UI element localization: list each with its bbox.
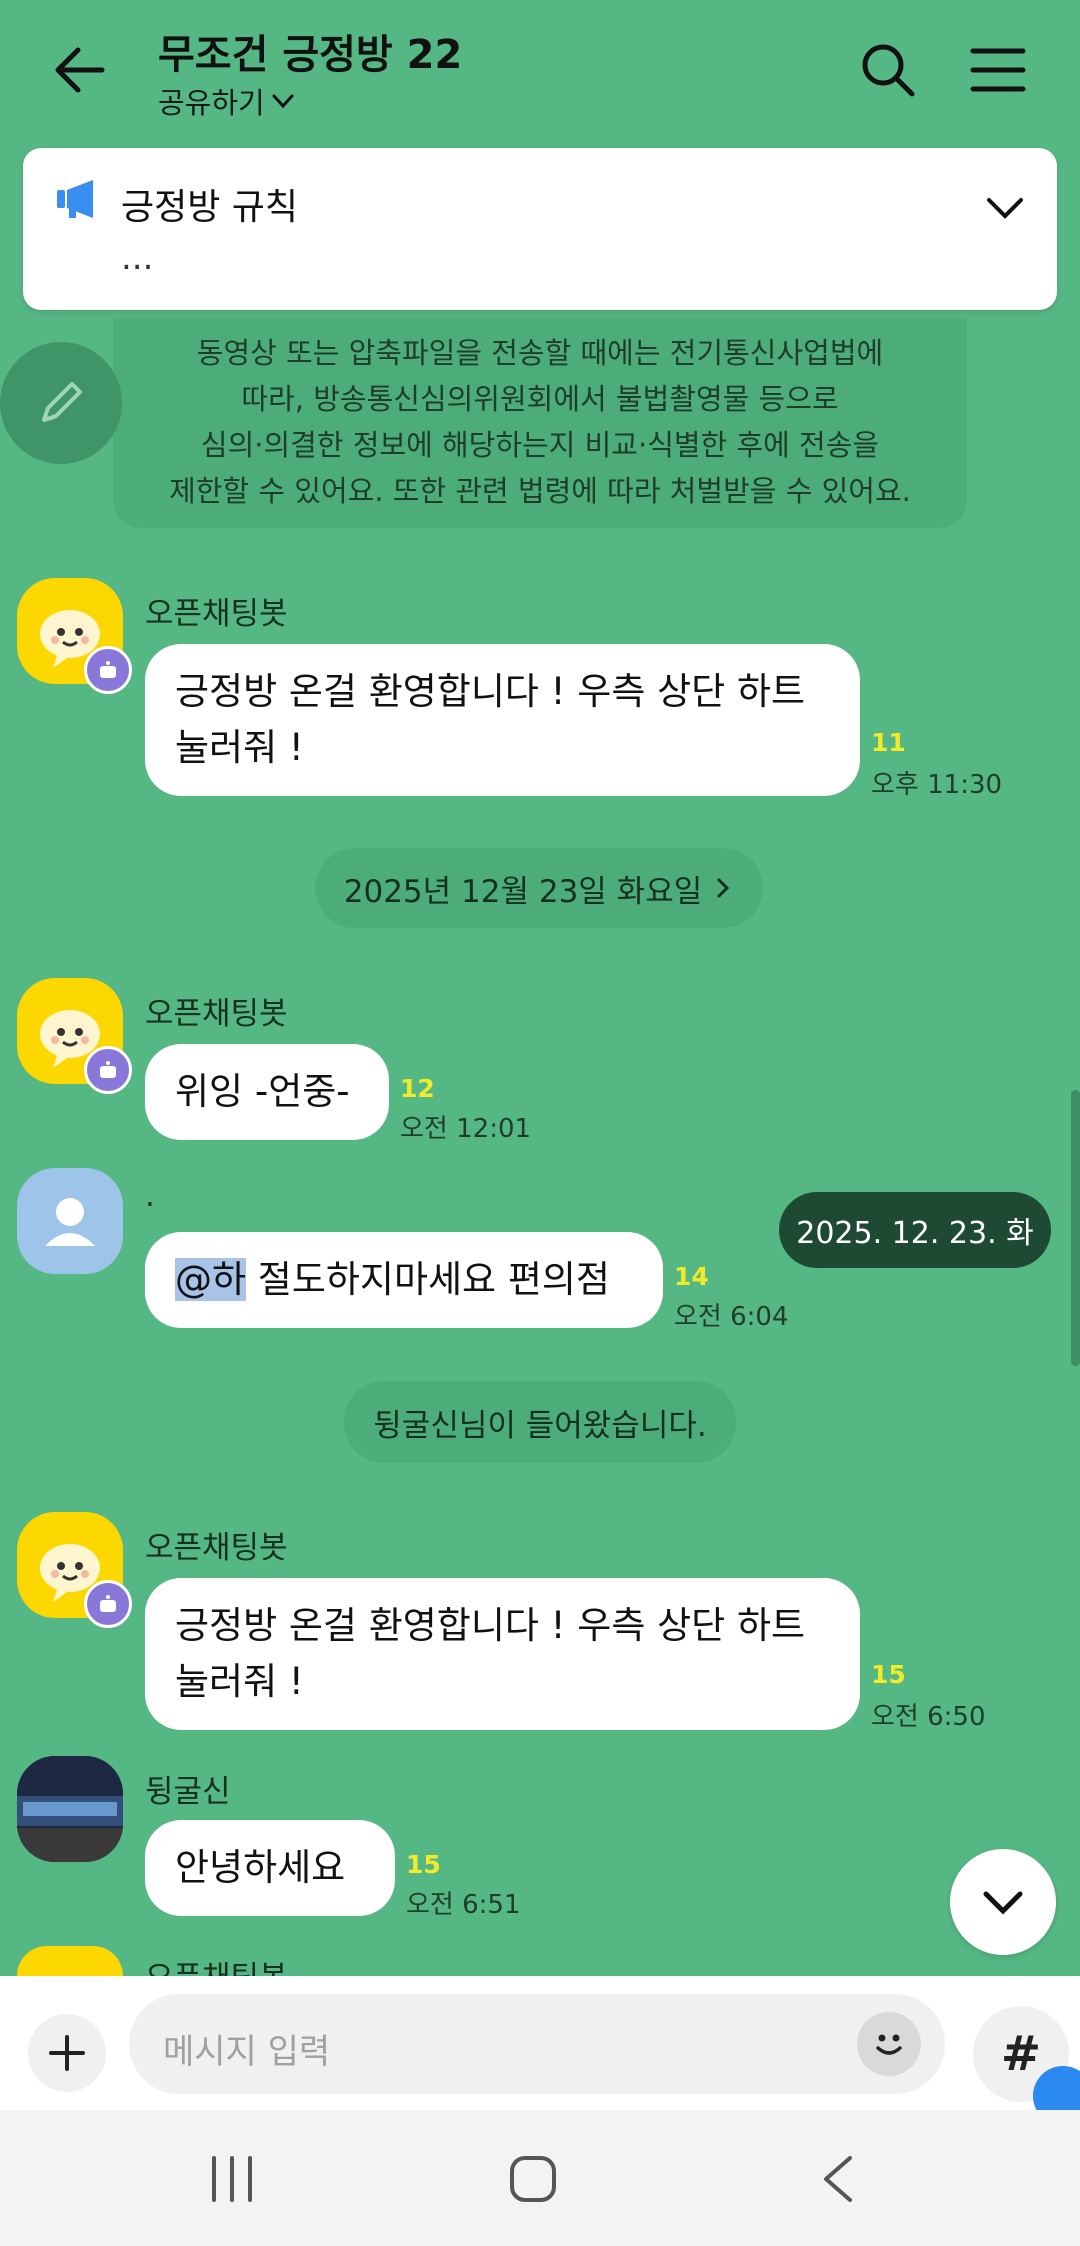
message-text: 눌러줘 ! <box>175 1660 304 1703</box>
message-bubble[interactable]: 안녕하세요 <box>145 1820 395 1916</box>
plus-icon <box>49 2035 85 2071</box>
date-float-label: 2025. 12. 23. 화 <box>779 1192 1051 1268</box>
sender-name: 오픈채팅봇 <box>145 596 288 632</box>
system-notice-line: 동영상 또는 압축파일을 전송할 때에는 전기통신사업법에 <box>196 336 884 370</box>
message-time: 오후 11:30 <box>871 770 1003 800</box>
recent-apps-icon[interactable] <box>208 2154 256 2204</box>
message-text: 긍정방 온걸 환영합니다 ! 우측 상단 하트 <box>175 1604 806 1647</box>
message-text: 안녕하세요 <box>175 1846 346 1889</box>
profile-photo <box>17 1756 123 1862</box>
back-arrow-icon <box>55 47 105 93</box>
system-nav-bar <box>0 2110 1080 2246</box>
unread-count: 12 <box>400 1074 435 1103</box>
bot-avatar[interactable] <box>17 1946 123 1976</box>
sender-name: 오픈채팅봇 <box>145 1952 288 1976</box>
mention-tag[interactable]: @하 <box>175 1258 247 1301</box>
share-label: 공유하기 <box>158 86 265 120</box>
unread-count: 11 <box>871 728 906 757</box>
message-time: 오전 6:51 <box>406 1890 521 1920</box>
notice-preview: ... <box>121 238 154 278</box>
system-notice-line: 심의·의결한 정보에 해당하는지 비교·식별한 후에 전송을 <box>200 428 880 462</box>
system-notice-line: 제한할 수 있어요. 또한 관련 법령에 따라 처벌받을 수 있어요. <box>169 474 911 508</box>
attach-button[interactable] <box>28 2014 106 2092</box>
message-bubble[interactable]: 위잉 -언중- <box>145 1044 389 1140</box>
message-time: 오전 6:50 <box>871 1702 986 1732</box>
system-notice: 동영상 또는 압축파일을 전송할 때에는 전기통신사업법에 따라, 방송통신심의… <box>113 318 967 528</box>
default-profile-icon <box>45 1198 95 1246</box>
message-text: 위잉 -언중- <box>175 1070 350 1113</box>
message-input-placeholder: 메시지 입력 <box>163 2032 331 2072</box>
unread-count: 14 <box>674 1262 709 1291</box>
back-button[interactable] <box>40 30 120 110</box>
chat-title: 무조건 긍정방 22 <box>158 32 463 78</box>
megaphone-icon <box>57 180 93 218</box>
chevron-down-icon <box>983 1891 1023 1915</box>
menu-icon <box>970 48 1026 92</box>
chevron-down-icon[interactable] <box>983 186 1027 230</box>
notice-banner[interactable]: 긍정방 규칙 ... <box>23 148 1057 310</box>
edit-button[interactable] <box>0 342 122 464</box>
date-divider[interactable]: 2025년 12월 23일 화요일 <box>315 848 763 928</box>
date-divider-label: 2025년 12월 23일 화요일 <box>343 873 703 910</box>
pencil-icon <box>42 382 82 422</box>
sender-name: 오픈채팅봇 <box>145 996 288 1032</box>
search-button[interactable] <box>848 30 928 110</box>
message-text: 절도하지마세요 편의점 <box>246 1258 610 1301</box>
message-time: 오전 6:04 <box>674 1302 789 1332</box>
notice-title: 긍정방 규칙 <box>121 187 299 228</box>
unread-count: 15 <box>406 1850 441 1879</box>
home-icon[interactable] <box>508 2154 558 2204</box>
join-notice: 뒹굴신님이 들어왔습니다. <box>344 1381 736 1463</box>
message-bubble[interactable]: @하 절도하지마세요 편의점 <box>145 1232 663 1328</box>
emoji-button[interactable] <box>857 2012 921 2076</box>
menu-button[interactable] <box>958 30 1038 110</box>
unread-count: 15 <box>871 1660 906 1689</box>
bot-badge-icon <box>84 1580 132 1628</box>
user-avatar[interactable] <box>17 1168 123 1274</box>
message-bubble[interactable]: 긍정방 온걸 환영합니다 ! 우측 상단 하트 눌러줘 ! <box>145 644 860 796</box>
share-button[interactable]: 공유하기 <box>158 80 297 122</box>
message-text: 눌러줘 ! <box>175 726 304 769</box>
bot-badge-icon <box>84 1046 132 1094</box>
chevron-down-icon <box>272 94 294 109</box>
sender-name: . <box>145 1178 155 1214</box>
sender-name: 뒹굴신 <box>145 1774 231 1810</box>
scrollbar[interactable] <box>1071 1090 1080 1366</box>
search-icon <box>862 44 915 97</box>
bot-badge-icon <box>84 646 132 694</box>
user-avatar[interactable] <box>17 1756 123 1862</box>
system-notice-line: 따라, 방송통신심의위원회에서 불법촬영물 등으로 <box>241 382 839 416</box>
chevron-right-icon <box>717 878 730 898</box>
message-time: 오전 12:01 <box>400 1114 532 1144</box>
message-text: 긍정방 온걸 환영합니다 ! 우측 상단 하트 <box>175 670 806 713</box>
message-bubble[interactable]: 긍정방 온걸 환영합니다 ! 우측 상단 하트 눌러줘 ! <box>145 1578 860 1730</box>
back-icon[interactable] <box>818 2154 858 2204</box>
sender-name: 오픈채팅봇 <box>145 1530 288 1566</box>
message-input[interactable]: 메시지 입력 <box>129 1994 945 2094</box>
emoji-icon <box>876 2034 902 2055</box>
scroll-to-bottom-button[interactable] <box>950 1849 1056 1955</box>
